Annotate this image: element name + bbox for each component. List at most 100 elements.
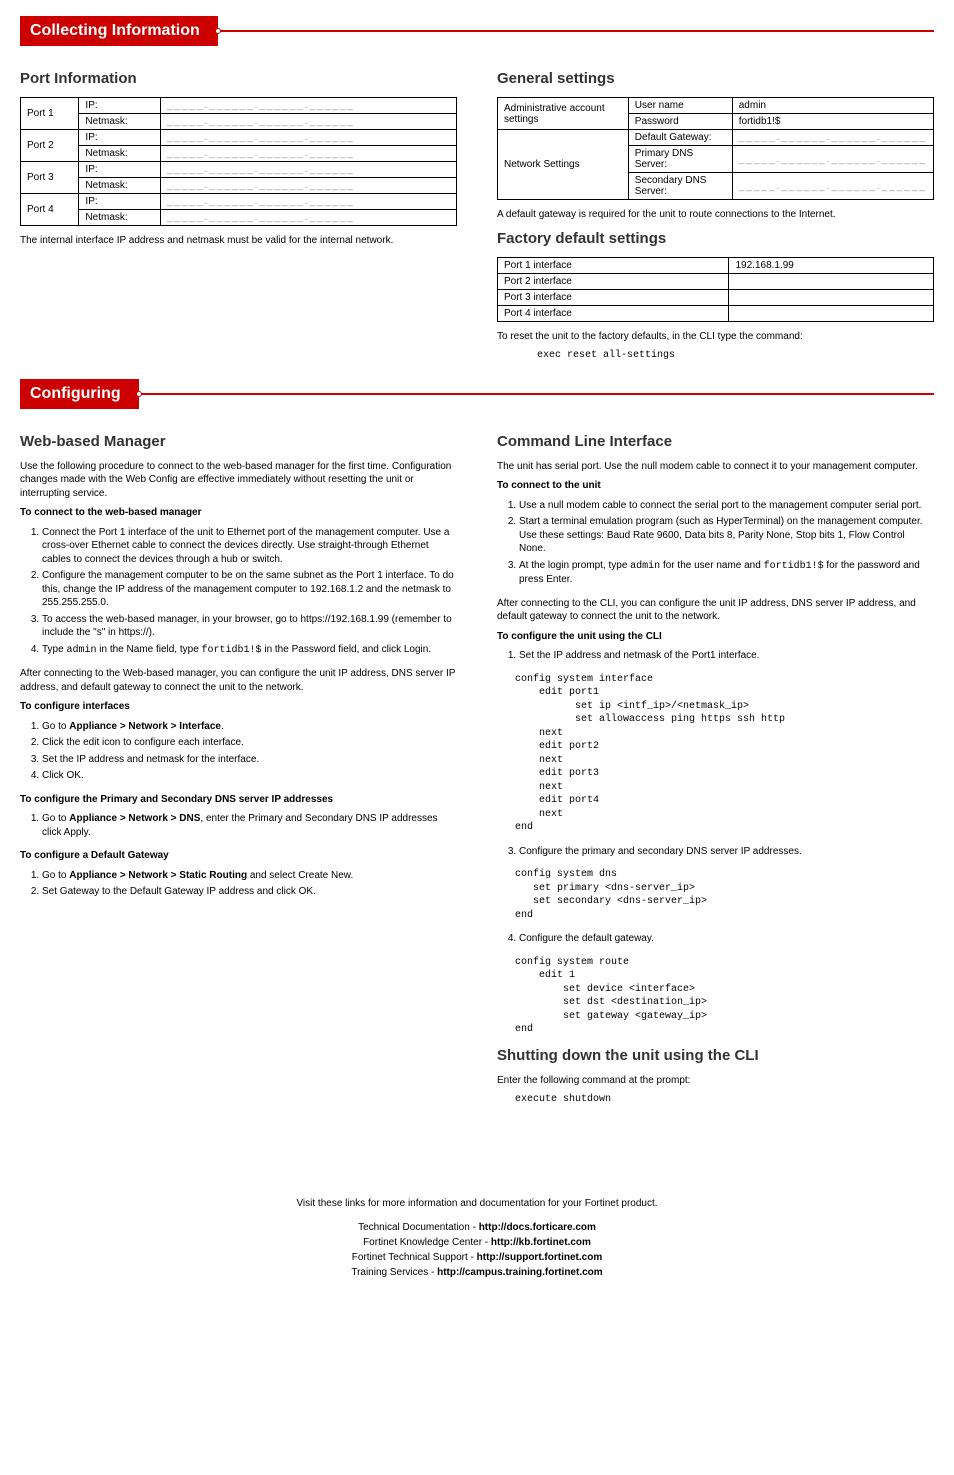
cli-h2: To configure the unit using the CLI <box>497 630 934 644</box>
web-steps4: Go to Appliance > Network > Static Routi… <box>42 869 457 899</box>
s2-pre: Go to <box>42 721 69 732</box>
table-row: Network Settings Default Gateway: _____.… <box>498 130 934 146</box>
general-table: Administrative account settings User nam… <box>497 97 934 200</box>
cli-steps1: Use a null modem cable to connect the se… <box>519 499 934 587</box>
blank-input[interactable]: _____.______.______.______ <box>732 146 933 173</box>
list-item: To access the web-based manager, in your… <box>42 613 457 640</box>
list-item: Configure the primary and secondary DNS … <box>519 845 934 859</box>
section-collecting-label: Collecting Information <box>20 16 218 46</box>
list-item: Click the edit icon to configure each in… <box>42 736 457 750</box>
blank-input[interactable]: _____.______.______.______ <box>160 114 456 130</box>
section-dot-icon <box>215 28 221 34</box>
l2b[interactable]: http://kb.fortinet.com <box>491 1237 591 1248</box>
web-col: Web-based Manager Use the following proc… <box>20 425 457 1117</box>
footer-line1: Visit these links for more information a… <box>20 1197 934 1211</box>
blank-input[interactable]: _____.______.______.______ <box>160 146 456 162</box>
web-steps1: Connect the Port 1 interface of the unit… <box>42 526 457 658</box>
web-steps3: Go to Appliance > Network > DNS, enter t… <box>42 812 457 839</box>
section-configuring: Configuring <box>20 379 934 409</box>
table-row: Netmask: _____.______.______.______ <box>21 146 457 162</box>
l4b[interactable]: http://campus.training.fortinet.com <box>437 1267 603 1278</box>
mask-label: Netmask: <box>79 178 160 194</box>
list-item: Connect the Port 1 interface of the unit… <box>42 526 457 567</box>
cli-title: Command Line Interface <box>497 433 934 450</box>
list-item: Click OK. <box>42 769 457 783</box>
net-label: Network Settings <box>498 130 629 200</box>
blank-input[interactable]: _____.______.______.______ <box>160 98 456 114</box>
table-row: Port 4 IP: _____.______.______.______ <box>21 194 457 210</box>
l1b[interactable]: http://docs.forticare.com <box>479 1222 596 1233</box>
l3a: Fortinet Technical Support - <box>352 1252 477 1263</box>
factory-label: Port 4 interface <box>498 305 729 321</box>
cli-col: Command Line Interface The unit has seri… <box>497 425 934 1117</box>
factory-table: Port 1 interface 192.168.1.99 Port 2 int… <box>497 257 934 322</box>
web-intro: Use the following procedure to connect t… <box>20 460 457 501</box>
cli-config-list: Set the IP address and netmask of the Po… <box>519 649 934 663</box>
table-row: Port 3 IP: _____.______.______.______ <box>21 162 457 178</box>
section-configuring-text: Configuring <box>30 385 121 402</box>
blank-input[interactable]: _____.______.______.______ <box>732 130 933 146</box>
list-item: At the login prompt, type admin for the … <box>519 559 934 587</box>
factory-val <box>729 273 934 289</box>
footer: Visit these links for more information a… <box>20 1197 934 1281</box>
user-label: User name <box>628 98 732 114</box>
table-row: Administrative account settings User nam… <box>498 98 934 114</box>
list-item: Start a terminal emulation program (such… <box>519 515 934 556</box>
s3-pre: Go to <box>42 813 69 824</box>
l4a: Training Services - <box>351 1267 437 1278</box>
blank-input[interactable]: _____.______.______.______ <box>732 173 933 200</box>
pass-label: Password <box>628 114 732 130</box>
table-row: Port 2 interface <box>498 273 934 289</box>
blank-input[interactable]: _____.______.______.______ <box>160 210 456 226</box>
s4a-pre: Go to <box>42 870 69 881</box>
port-label: Port 3 <box>21 162 79 194</box>
ip-label: IP: <box>79 130 160 146</box>
table-row: Port 3 interface <box>498 289 934 305</box>
cli-post1: After connecting to the CLI, you can con… <box>497 597 934 624</box>
blank-input[interactable]: _____.______.______.______ <box>160 178 456 194</box>
factory-note: To reset the unit to the factory default… <box>497 330 934 344</box>
footer-link-row: Fortinet Knowledge Center - http://kb.fo… <box>20 1235 934 1250</box>
configuring-columns: Web-based Manager Use the following proc… <box>20 425 934 1117</box>
list-item: Configure the default gateway. <box>519 932 934 946</box>
cli-config-list-c: Configure the default gateway. <box>519 932 934 946</box>
list-item: Set Gateway to the Default Gateway IP ad… <box>42 885 457 899</box>
list-item: Go to Appliance > Network > DNS, enter t… <box>42 812 457 839</box>
l3b[interactable]: http://support.fortinet.com <box>477 1252 603 1263</box>
blank-input[interactable]: _____.______.______.______ <box>160 162 456 178</box>
blank-input[interactable]: _____.______.______.______ <box>160 130 456 146</box>
cli-code-c: config system route edit 1 set device <i… <box>515 956 934 1037</box>
user-val: admin <box>732 98 933 114</box>
table-row: Port 4 interface <box>498 305 934 321</box>
cli-code-a: config system interface edit port1 set i… <box>515 673 934 835</box>
ip-label: IP: <box>79 98 160 114</box>
ip-label: IP: <box>79 162 160 178</box>
factory-val <box>729 305 934 321</box>
web-h2: To configure interfaces <box>20 700 457 714</box>
ip-label: IP: <box>79 194 160 210</box>
web-steps2: Go to Appliance > Network > Interface. C… <box>42 720 457 783</box>
factory-cmd: exec reset all-settings <box>537 349 934 363</box>
table-row: Port 1 IP: _____.______.______.______ <box>21 98 457 114</box>
section-bar-bg <box>20 393 934 395</box>
table-row: Netmask: _____.______.______.______ <box>21 178 457 194</box>
table-row: Netmask: _____.______.______.______ <box>21 114 457 130</box>
collecting-columns: Port Information Port 1 IP: _____.______… <box>20 62 934 373</box>
factory-label: Port 3 interface <box>498 289 729 305</box>
s3-bold: Appliance > Network > DNS <box>69 813 200 824</box>
s4a-post: and select Create New. <box>247 870 353 881</box>
mask-label: Netmask: <box>79 146 160 162</box>
section-collecting: Collecting Information <box>20 16 934 46</box>
section-collecting-text: Collecting Information <box>30 22 200 39</box>
pdns-label: Primary DNS Server: <box>628 146 732 173</box>
web-h3: To configure the Primary and Secondary D… <box>20 793 457 807</box>
factory-val: 192.168.1.99 <box>729 257 934 273</box>
blank-input[interactable]: _____.______.______.______ <box>160 194 456 210</box>
mask-label: Netmask: <box>79 210 160 226</box>
footer-links: Technical Documentation - http://docs.fo… <box>20 1220 934 1280</box>
cli-h1: To connect to the unit <box>497 479 934 493</box>
shutdown-intro: Enter the following command at the promp… <box>497 1074 934 1088</box>
port-label: Port 2 <box>21 130 79 162</box>
web-h1: To connect to the web-based manager <box>20 506 457 520</box>
list-item: Use a null modem cable to connect the se… <box>519 499 934 513</box>
